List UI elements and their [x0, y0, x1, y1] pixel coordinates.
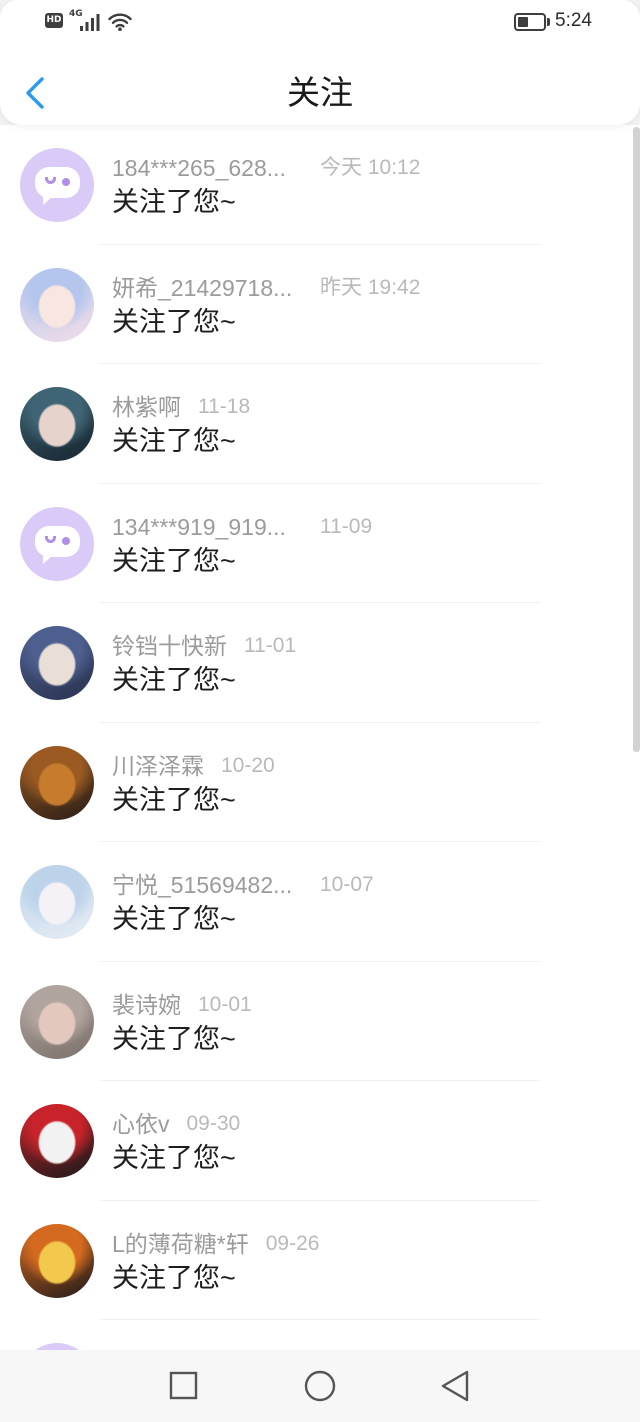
timestamp: 11-18: [198, 395, 251, 418]
item-header: 铃铛十快新 11-01: [112, 631, 572, 661]
notification-message: 关注了您~: [112, 426, 236, 456]
item-text: 134***919_919... 11-09 关注了您~: [112, 512, 572, 579]
list-item[interactable]: 妍希_21429718... 昨天 19:42 关注了您~: [0, 245, 640, 364]
avatar[interactable]: [20, 1343, 94, 1350]
system-back-button[interactable]: [432, 1363, 478, 1409]
notification-list: 184***265_628... 今天 10:12 关注了您~ 妍希_21429…: [0, 125, 640, 1350]
list-item[interactable]: 134***919_919... 11-09 关注了您~: [0, 484, 640, 603]
battery-icon: [514, 13, 546, 31]
wifi-icon: [108, 13, 132, 31]
recent-apps-button[interactable]: [160, 1363, 206, 1409]
list-item[interactable]: 184***265_628... 今天 10:12 关注了您~: [0, 125, 640, 245]
timestamp: 09-26: [265, 1231, 320, 1255]
timestamp: 11-01: [244, 634, 297, 657]
page-title: 关注: [287, 74, 353, 111]
item-header: 134***919_919... 11-09: [112, 512, 572, 542]
wink-eye-icon: [45, 535, 56, 543]
item-text: 林紫啊 11-18 关注了您~: [112, 392, 572, 459]
notification-message: 关注了您~: [112, 545, 236, 576]
item-header: 心依v 09-30: [112, 1109, 572, 1139]
avatar[interactable]: [20, 984, 94, 1059]
list-item[interactable]: 宁悦_51569482... 10-07 关注了您~: [0, 842, 640, 962]
chat-bubble-icon: [35, 167, 80, 205]
back-button[interactable]: [16, 70, 56, 116]
avatar[interactable]: [20, 387, 94, 461]
timestamp: 昨天 19:42: [320, 275, 421, 299]
username: 134***919_919...: [112, 513, 286, 540]
username: 林紫啊: [112, 394, 181, 420]
notification-message: 关注了您~: [112, 306, 236, 337]
username: 184***265_628...: [112, 155, 286, 181]
item-text: L的薄荷糖*轩 09-26 关注了您~: [112, 1229, 572, 1296]
item-header: 宁悦_51569482... 10-07: [112, 870, 572, 900]
item-text: 铃铛十快新 11-01 关注了您~: [112, 631, 572, 698]
avatar[interactable]: [20, 267, 94, 342]
item-text: 心依v 09-30 关注了您~: [112, 1109, 572, 1176]
avatar[interactable]: [20, 506, 94, 581]
username: 宁悦_51569482...: [112, 872, 293, 898]
status-time: 5:24: [555, 10, 592, 31]
list-item[interactable]: 裴诗婉 10-01 关注了您~: [0, 962, 640, 1081]
chat-bubble-icon: [35, 525, 80, 564]
avatar[interactable]: [20, 1223, 94, 1298]
dot-eye-icon: [62, 536, 70, 545]
list-item[interactable]: 心依v 09-30 关注了您~: [0, 1081, 640, 1201]
dot-eye-icon: [62, 178, 70, 186]
signal-icon: [80, 14, 100, 31]
follow-notifications-screen: HD 4G 5:24 关注 184***265_628... 今天 10:12 …: [0, 0, 640, 1422]
notification-message: 关注了您~: [112, 187, 236, 217]
username: 川泽泽霖: [112, 752, 204, 779]
list-item[interactable]: 川泽泽霖 10-20 关注了您~: [0, 723, 640, 842]
timestamp: 10-07: [320, 873, 374, 896]
username: 裴诗婉: [112, 991, 181, 1018]
wink-eye-icon: [45, 177, 56, 184]
notification-message: 关注了您~: [112, 1262, 236, 1293]
notification-message: 关注了您~: [112, 665, 236, 695]
hd-badge-icon: HD: [45, 13, 63, 28]
recent-apps-icon: [169, 1371, 198, 1400]
username: L的薄荷糖*轩: [112, 1230, 249, 1257]
item-header: 裴诗婉 10-01: [112, 990, 572, 1020]
item-text: 妍希_21429718... 昨天 19:42 关注了您~: [112, 273, 572, 340]
avatar[interactable]: [20, 745, 94, 820]
home-button[interactable]: [297, 1363, 343, 1409]
username: 妍希_21429718...: [112, 274, 293, 301]
item-header: 妍希_21429718... 昨天 19:42: [112, 273, 572, 303]
avatar[interactable]: [20, 865, 94, 939]
username: 心依v: [112, 1111, 170, 1137]
top-bar: HD 4G 5:24 关注: [0, 0, 640, 125]
list-item-partial[interactable]: [0, 1320, 640, 1350]
username: 铃铛十快新: [112, 633, 227, 659]
timestamp: 11-09: [320, 514, 373, 538]
item-text: 川泽泽霖 10-20 关注了您~: [112, 751, 572, 818]
system-nav-bar: [0, 1350, 640, 1422]
chevron-left-icon: [26, 77, 44, 109]
list-item[interactable]: 林紫啊 11-18 关注了您~: [0, 364, 640, 484]
notification-message: 关注了您~: [112, 904, 236, 934]
list-item[interactable]: 铃铛十快新 11-01 关注了您~: [0, 603, 640, 723]
item-header: L的薄荷糖*轩 09-26: [112, 1229, 572, 1259]
item-text: 宁悦_51569482... 10-07 关注了您~: [112, 870, 572, 937]
item-text: 184***265_628... 今天 10:12 关注了您~: [112, 153, 572, 220]
avatar[interactable]: [20, 1104, 94, 1178]
timestamp: 09-30: [186, 1112, 241, 1135]
battery-nub: [547, 18, 550, 26]
item-header: 川泽泽霖 10-20: [112, 751, 572, 781]
home-icon: [304, 1370, 336, 1402]
item-header: 林紫啊 11-18: [112, 392, 572, 422]
item-text: 裴诗婉 10-01 关注了您~: [112, 990, 572, 1057]
avatar[interactable]: [20, 626, 94, 700]
avatar[interactable]: [20, 148, 94, 222]
timestamp: 10-20: [221, 753, 275, 777]
notification-message: 关注了您~: [112, 1143, 236, 1173]
timestamp: 今天 10:12: [320, 156, 421, 179]
scrollbar-thumb[interactable]: [633, 127, 640, 752]
battery-level-fill: [518, 17, 528, 27]
list-item[interactable]: L的薄荷糖*轩 09-26 关注了您~: [0, 1201, 640, 1320]
notification-message: 关注了您~: [112, 1023, 236, 1054]
back-icon: [441, 1370, 469, 1402]
notification-message: 关注了您~: [112, 784, 236, 815]
item-header: 184***265_628... 今天 10:12: [112, 153, 572, 183]
timestamp: 10-01: [198, 992, 252, 1016]
